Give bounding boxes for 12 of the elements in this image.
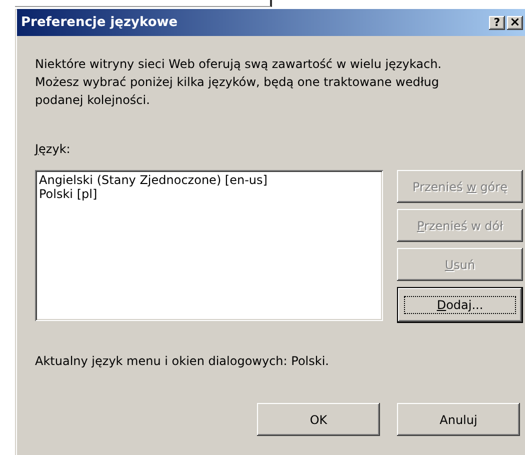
language-label: Język: [35, 142, 70, 156]
close-button[interactable]: × [507, 16, 523, 30]
current-language-text: Aktualny język menu i okien dialogowych: Polski. [35, 353, 330, 370]
window-title: Preferencje językowe [21, 15, 179, 30]
language-item[interactable]: Angielski (Stany Zjednoczone) [en-us] [38, 173, 380, 187]
dialog-button[interactable]: OK [257, 403, 380, 436]
language-list[interactable]: Angielski (Stany Zjednoczone) [en-us] Polski [pl] [35, 170, 383, 321]
language-item[interactable]: Polski [pl] [38, 187, 380, 201]
description-text: Niektóre witryny sieci Web oferują swą zawartość w wielu językach. Możesz wybrać poniżej kilka języków, będą one traktowane według podanej kolejności. [35, 56, 442, 109]
dialog-button[interactable]: Anuluj [397, 403, 520, 436]
dialog-button[interactable]: Dodaj... [397, 287, 523, 323]
help-button[interactable]: ? [489, 16, 505, 30]
